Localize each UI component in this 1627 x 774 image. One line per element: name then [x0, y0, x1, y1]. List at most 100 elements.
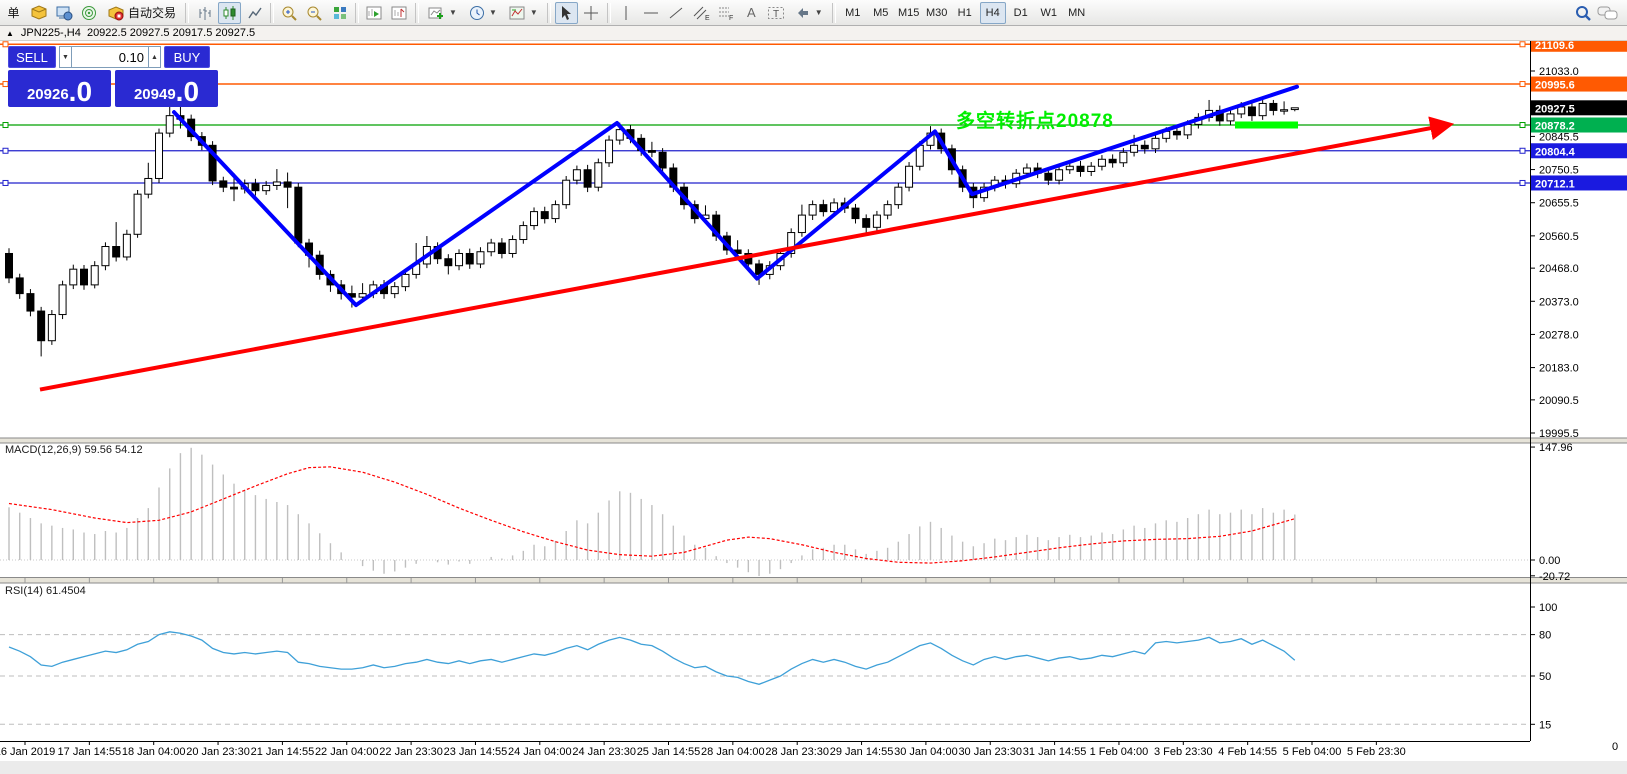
tab-timeframe-d1[interactable]: D1 [1008, 2, 1034, 24]
autotrade-label: 自动交易 [128, 4, 176, 21]
svg-text:29 Jan 14:55: 29 Jan 14:55 [830, 746, 894, 758]
svg-text:20927.5: 20927.5 [1535, 103, 1575, 115]
profile-icon [30, 5, 48, 21]
price-axis[interactable]: 21128.021033.020938.020845.520750.520655… [1530, 33, 1627, 440]
sell-label: SELL [16, 50, 48, 65]
chart-canvas[interactable]: 21128.021033.020938.020845.520750.520655… [0, 0, 1627, 774]
rsi-axis[interactable]: 1008050150 [1530, 602, 1618, 753]
chat-button[interactable] [1596, 2, 1620, 24]
crosshair-button[interactable] [580, 2, 603, 24]
signals-button[interactable] [77, 2, 100, 24]
macd-pane [0, 448, 1530, 576]
svg-text:0.00: 0.00 [1539, 555, 1560, 567]
svg-text:30 Jan 23:30: 30 Jan 23:30 [958, 746, 1022, 758]
svg-text:22 Jan 04:00: 22 Jan 04:00 [315, 746, 379, 758]
volume-up-button[interactable]: ▲ [148, 46, 161, 68]
svg-text:20750.5: 20750.5 [1539, 165, 1579, 177]
svg-text:100: 100 [1539, 602, 1557, 614]
trend-objects[interactable] [40, 87, 1447, 390]
chart-window-titlebar[interactable]: ▲ JPN225-,H4 20922.5 20927.5 20917.5 209… [0, 26, 1627, 41]
macd-axis[interactable]: 147.960.00-20.72 [1530, 442, 1573, 583]
chevron-down-icon: ▼ [449, 8, 457, 17]
svg-text:23 Jan 14:55: 23 Jan 14:55 [444, 746, 508, 758]
tab-timeframe-mn[interactable]: MN [1064, 2, 1090, 24]
svg-text:21109.6: 21109.6 [1535, 40, 1574, 52]
search-button[interactable] [1571, 2, 1594, 24]
line-anchor-handle [1520, 180, 1525, 185]
toolbar-separator [607, 3, 611, 23]
channel-button[interactable]: E [690, 2, 713, 24]
annotation-text[interactable]: 多空转折点20878 [956, 106, 1114, 133]
fibonacci-button[interactable]: F [715, 2, 738, 24]
templates-button[interactable]: ▼ [504, 2, 543, 24]
auto-scroll-button[interactable] [363, 2, 386, 24]
collapse-triangle-icon[interactable]: ▲ [6, 29, 14, 38]
tile-windows-icon [332, 5, 348, 21]
zoom-out-button[interactable] [303, 2, 326, 24]
trendline-icon [668, 5, 684, 21]
chart-bars-button[interactable] [193, 2, 216, 24]
volume-input[interactable]: 0.10 [72, 46, 148, 68]
svg-text:16 Jan 2019: 16 Jan 2019 [0, 746, 55, 758]
text-label-button[interactable]: T [765, 2, 788, 24]
rsi-label: RSI(14) 61.4504 [5, 585, 86, 597]
svg-text:31 Jan 14:55: 31 Jan 14:55 [1023, 746, 1087, 758]
tab-timeframe-m1[interactable]: M1 [840, 2, 866, 24]
chart-shift-icon [391, 5, 408, 21]
line-anchor-handle [3, 148, 8, 153]
timeframe-label: H4 [986, 7, 1000, 19]
svg-text:E: E [705, 15, 710, 21]
tab-timeframe-w1[interactable]: W1 [1036, 2, 1062, 24]
one-click-trading-panel: SELL ▼ 0.10 ▲ BUY 20926.0 20949.0 [8, 46, 220, 107]
cursor-button[interactable] [555, 2, 578, 24]
svg-text:-20.72: -20.72 [1539, 571, 1570, 583]
svg-text:19995.5: 19995.5 [1539, 428, 1579, 440]
svg-text:T: T [773, 9, 779, 20]
trendline-button[interactable] [665, 2, 688, 24]
vertical-line-button[interactable] [615, 2, 638, 24]
tab-timeframe-h4[interactable]: H4 [980, 2, 1006, 24]
horizontal-level-lines[interactable] [0, 42, 1530, 186]
svg-text:15: 15 [1539, 719, 1551, 731]
text-tool-icon: A [747, 5, 756, 20]
timeframe-label: MN [1068, 7, 1085, 19]
buy-price-pips: .0 [176, 79, 199, 105]
buy-price-box[interactable]: 20949.0 [115, 70, 218, 107]
sell-button[interactable]: SELL [8, 46, 56, 68]
volume-down-button[interactable]: ▼ [59, 46, 72, 68]
zoom-out-icon [306, 5, 323, 21]
terminal-button[interactable] [52, 2, 75, 24]
svg-text:18 Jan 04:00: 18 Jan 04:00 [122, 746, 186, 758]
text-button[interactable]: A [740, 2, 763, 24]
svg-text:0: 0 [1612, 741, 1618, 753]
tab-timeframe-h1[interactable]: H1 [952, 2, 978, 24]
volume-value: 0.10 [119, 50, 144, 65]
triangle-up-icon: ▲ [151, 54, 158, 61]
chart-profile-button[interactable] [27, 2, 50, 24]
chart-shift-button[interactable] [388, 2, 411, 24]
periods-button[interactable]: ▼ [464, 2, 502, 24]
new-order-label: 单 [7, 4, 19, 21]
svg-text:28 Jan 04:00: 28 Jan 04:00 [701, 746, 765, 758]
shapes-button[interactable]: ▼ [790, 2, 828, 24]
time-axis[interactable]: 16 Jan 201917 Jan 14:5518 Jan 04:0020 Ja… [0, 578, 1406, 758]
chart-line-button[interactable] [243, 2, 266, 24]
chart-candles-button[interactable] [218, 2, 241, 24]
tile-windows-button[interactable] [328, 2, 351, 24]
zoom-in-button[interactable] [278, 2, 301, 24]
tab-timeframe-m15[interactable]: M15 [896, 2, 922, 24]
sell-price-box[interactable]: 20926.0 [8, 70, 111, 107]
autotrade-button[interactable]: 自动交易 [102, 2, 181, 24]
toolbar-separator [355, 3, 359, 23]
toolbar-separator [547, 3, 551, 23]
add-indicator-button[interactable]: ▼ [423, 2, 462, 24]
tab-timeframe-m5[interactable]: M5 [868, 2, 894, 24]
arrows-shapes-icon [795, 5, 811, 21]
tab-timeframe-m30[interactable]: M30 [924, 2, 950, 24]
horizontal-line-button[interactable] [640, 2, 663, 24]
bar-chart-icon [197, 5, 213, 21]
new-order-button[interactable]: 单 [2, 2, 25, 24]
buy-button[interactable]: BUY [164, 46, 210, 68]
equidistant-channel-icon: E [692, 5, 710, 21]
timeframe-label: M15 [898, 7, 919, 19]
